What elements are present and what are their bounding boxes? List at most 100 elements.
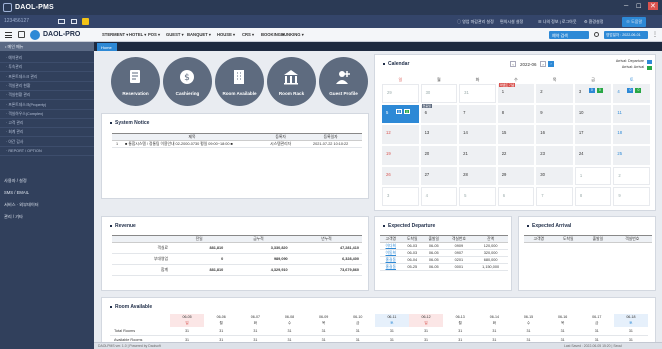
sidebar-group[interactable]: 서비스 · 외부데이터 xyxy=(4,202,39,208)
sidebar-item[interactable]: · 프론트데스크(Property) xyxy=(0,101,94,110)
calendar-day[interactable]: 30 xyxy=(420,84,458,103)
calendar-day[interactable]: 2 xyxy=(536,84,573,103)
calendar-day[interactable]: 31 xyxy=(459,84,496,103)
calendar-day[interactable]: 19 xyxy=(382,146,419,165)
prev-month-button[interactable]: ‹ xyxy=(510,61,516,67)
sidebar-group[interactable]: 관리 / 기타 xyxy=(4,214,23,220)
departure-count-badge[interactable]: 0 xyxy=(627,88,634,93)
lock-icon[interactable] xyxy=(82,18,89,25)
nav-menu-item[interactable]: BANQUET ▾ xyxy=(187,32,211,37)
calendar-day[interactable]: 26 xyxy=(382,166,419,186)
calendar-day[interactable]: 3 00 xyxy=(574,84,612,103)
calendar-day[interactable]: 9 xyxy=(536,104,573,124)
calendar-day[interactable]: 28 xyxy=(459,166,496,186)
nav-menu-item[interactable]: HOTEL ▾ xyxy=(129,32,146,37)
calendar-day[interactable]: 1 이벤트 기념 xyxy=(497,83,535,103)
grid-icon[interactable] xyxy=(71,19,77,24)
arrival-count-badge[interactable]: 0 xyxy=(404,108,410,114)
calendar-day[interactable]: 20 xyxy=(420,146,458,165)
quick-reservation-doc-button[interactable]: Reservation xyxy=(111,57,160,106)
sidebar-item[interactable]: · 객실현황 관리 xyxy=(0,91,94,101)
search-icon[interactable] xyxy=(594,32,599,37)
calendar-day[interactable]: 25 xyxy=(613,146,650,165)
calendar-day[interactable]: 23 xyxy=(536,146,573,165)
sidebar-item[interactable]: · 회계 관리 xyxy=(0,128,94,138)
arrival-count-badge[interactable]: 0 xyxy=(596,88,603,93)
quick-bank-button[interactable]: Room Rack xyxy=(267,57,316,106)
nav-menu-item[interactable]: POS ▾ xyxy=(148,32,160,37)
sidebar-item[interactable]: · 투숙관리 xyxy=(0,63,94,73)
calendar-day[interactable]: 2 xyxy=(613,166,650,186)
calendar-day[interactable]: 29 xyxy=(382,84,419,103)
calendar-day[interactable]: 4 00 xyxy=(613,84,650,103)
table-cell[interactable]: 홍길동 xyxy=(380,256,402,264)
calendar-day[interactable]: 16 xyxy=(536,125,573,144)
sidebar-item[interactable]: · 야간 감사 xyxy=(0,138,94,147)
calendar-day[interactable]: 3 xyxy=(382,187,419,206)
calendar-day[interactable]: 17 xyxy=(574,125,612,144)
search-input[interactable]: 예약 검색 xyxy=(549,31,589,39)
more-icon[interactable]: ⋮ xyxy=(652,31,658,38)
calendar-day[interactable]: 9 xyxy=(613,187,650,206)
nav-menu-item[interactable]: CRS ▾ xyxy=(242,32,254,37)
sidebar-group[interactable]: 사용자 / 설정 xyxy=(4,178,27,184)
table-cell[interactable]: 홍길동 xyxy=(380,263,402,271)
calendar-day[interactable]: 22 xyxy=(497,146,535,165)
toolbar-link-closing[interactable]: ◯ 영업 마감관리 설정 xyxy=(457,19,494,25)
calendar-day[interactable]: 1 xyxy=(574,166,612,186)
today-button[interactable]: › xyxy=(548,61,554,67)
calendar-day[interactable]: 11 xyxy=(613,104,650,124)
calendar-day[interactable]: 7 xyxy=(536,187,573,206)
close-button[interactable]: ✕ xyxy=(648,2,658,10)
calendar-day[interactable]: 6 xyxy=(497,187,535,206)
nav-menu-item[interactable]: STERMENT ▾ xyxy=(102,32,128,37)
calendar-event-tag[interactable]: 현충일 xyxy=(421,103,432,108)
table-cell[interactable]: 이다희 xyxy=(380,242,402,250)
calendar-day[interactable]: 7 xyxy=(459,104,496,124)
calendar-day[interactable]: 29 xyxy=(497,166,535,186)
calendar-day[interactable]: 27 xyxy=(420,166,458,186)
maximize-button[interactable]: ☐ xyxy=(636,3,641,10)
next-month-button[interactable]: › xyxy=(540,61,546,67)
sidebar-group[interactable]: SMS / EMAIL xyxy=(4,190,29,195)
toolbar-link-settings[interactable]: ⚙ 환경설정 xyxy=(584,19,603,25)
calendar-day[interactable]: 8 xyxy=(574,187,612,206)
calendar-day[interactable]: 6 현충일 xyxy=(420,103,458,124)
calendar-day[interactable]: 10 xyxy=(574,104,612,124)
quick-dollar-button[interactable]: $ Cashiering xyxy=(163,57,212,106)
help-button[interactable]: ※ 도움말 xyxy=(622,17,647,27)
departure-count-badge[interactable]: 0 xyxy=(588,88,595,93)
sidebar-item[interactable]: · 프론트데스크 관리 xyxy=(0,73,94,82)
calendar-day[interactable]: 5 00 xyxy=(382,104,419,124)
calendar-day[interactable]: 14 xyxy=(459,125,496,144)
calendar-day[interactable]: 5 xyxy=(459,187,496,206)
quick-add-user-button[interactable]: Guest Profile xyxy=(319,57,368,106)
nav-menu-item[interactable]: GUEST ▾ xyxy=(166,32,184,37)
calendar-day[interactable]: 18 xyxy=(613,125,650,144)
calendar-event-tag[interactable]: 이벤트 기념 xyxy=(498,83,516,87)
sidebar-item[interactable]: · 객실하우스(Complex) xyxy=(0,110,94,119)
tab-home[interactable]: Home xyxy=(97,43,117,51)
sidebar-item[interactable]: · 고객 관리 xyxy=(0,119,94,129)
arrival-count-badge[interactable]: 0 xyxy=(635,88,642,93)
minimize-button[interactable]: ─ xyxy=(624,3,628,9)
sidebar-item[interactable]: · REPORT / OPTION xyxy=(0,147,94,156)
monitor-icon[interactable] xyxy=(58,19,65,24)
calendar-day[interactable]: 8 xyxy=(497,104,535,124)
calendar-day[interactable]: 30 xyxy=(536,166,573,186)
calendar-day[interactable]: 24 xyxy=(574,146,612,165)
table-cell[interactable]: 이동희 xyxy=(380,249,402,257)
calendar-day[interactable]: 15 xyxy=(497,125,535,144)
toolbar-link-myinfo[interactable]: ☰ 나의 정보 | 로그아웃 xyxy=(538,19,577,25)
sidebar-item[interactable]: · 예약관리 xyxy=(0,54,94,63)
calendar-day[interactable]: 4 xyxy=(420,187,458,206)
nav-menu-item[interactable]: HOUSE ▾ xyxy=(217,32,235,37)
departure-count-badge[interactable]: 0 xyxy=(396,108,402,114)
sidebar-item[interactable]: · 객실관리 현황 xyxy=(0,82,94,91)
calendar-day[interactable]: 21 xyxy=(459,146,496,165)
quick-building-button[interactable]: Room Available xyxy=(215,57,264,106)
nav-menu-item[interactable]: BUNKING ▾ xyxy=(281,32,304,37)
toolbar-link-amenity[interactable]: 편의시설 설정 xyxy=(500,19,523,25)
calendar-day[interactable]: 13 xyxy=(420,125,458,144)
calendar-day[interactable]: 12 xyxy=(382,125,419,144)
